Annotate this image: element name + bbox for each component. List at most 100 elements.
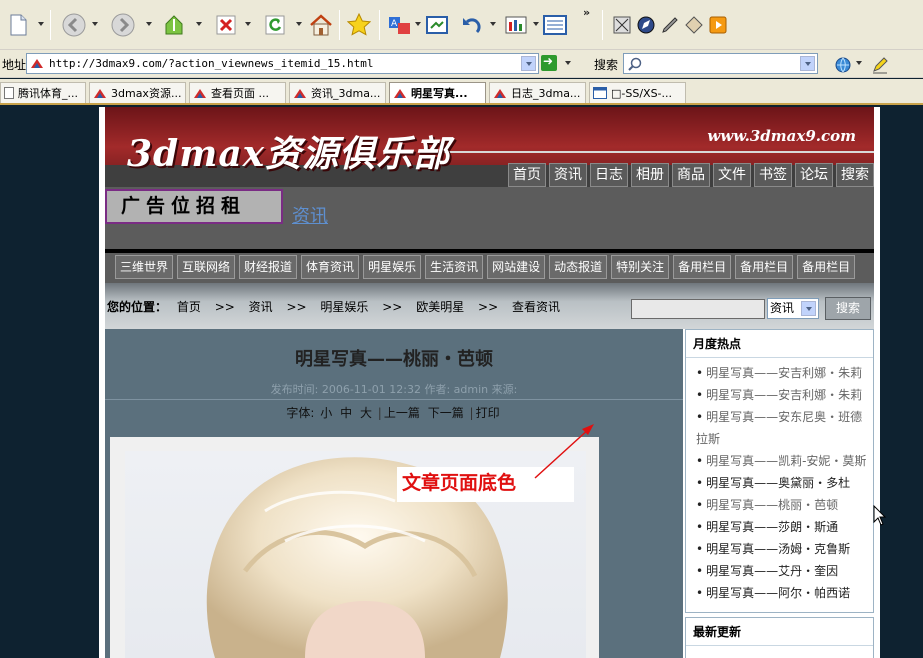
favorites-star-icon[interactable] <box>347 13 371 37</box>
breadcrumb-home[interactable]: 首页 <box>177 300 201 314</box>
tab[interactable]: 3dmax资源... <box>89 82 186 103</box>
hot-link[interactable]: 明星写真——艾丹・奎因 <box>706 564 838 578</box>
chevron-down-icon[interactable] <box>245 22 251 26</box>
category-item[interactable]: 备用栏目 <box>673 255 732 279</box>
breadcrumb-news[interactable]: 资讯 <box>249 300 273 314</box>
tab[interactable]: 资讯_3dma... <box>289 82 386 103</box>
category-item[interactable]: 备用栏目 <box>735 255 794 279</box>
hot-link[interactable]: 明星写真——桃丽・芭顿 <box>706 498 838 512</box>
chevron-down-icon[interactable] <box>196 22 202 26</box>
category-item[interactable]: 体育资讯 <box>301 255 360 279</box>
go-button[interactable] <box>541 54 557 71</box>
category-item[interactable]: 网站建设 <box>487 255 546 279</box>
category-item[interactable]: 备用栏目 <box>797 255 856 279</box>
category-item[interactable]: 动态报道 <box>549 255 608 279</box>
nav-item-goods[interactable]: 商品 <box>672 163 710 187</box>
chevron-down-icon[interactable] <box>565 61 571 65</box>
nav-item-forum[interactable]: 论坛 <box>795 163 833 187</box>
play-icon[interactable] <box>706 13 730 37</box>
ad-banner[interactable]: 广告位招租 <box>105 189 283 224</box>
hot-link[interactable]: 明星写真——凯莉-安妮・莫斯 <box>706 454 866 468</box>
hot-link[interactable]: 明星写真——莎朗・斯通 <box>706 520 838 534</box>
category-nav: 三维世界 互联网络 财经报道 体育资讯 明星娱乐 生活资讯 网站建设 动态报道 … <box>105 253 874 283</box>
chevron-down-icon[interactable] <box>38 22 44 26</box>
breadcrumb-current[interactable]: 查看资讯 <box>512 300 560 314</box>
hot-title: 月度热点 <box>686 330 873 358</box>
home-icon[interactable] <box>309 13 333 37</box>
next-article-link[interactable]: 下一篇 <box>428 406 464 420</box>
back-icon[interactable] <box>62 13 86 37</box>
category-item[interactable]: 生活资讯 <box>425 255 484 279</box>
prev-article-link[interactable]: 上一篇 <box>384 406 420 420</box>
tab[interactable]: 腾讯体育_... <box>0 82 86 103</box>
hot-link[interactable]: 明星写真——阿尔・帕西诺 <box>706 586 850 600</box>
chevron-down-icon[interactable] <box>415 22 421 26</box>
compass-icon[interactable] <box>634 13 658 37</box>
hot-link[interactable]: 明星写真——安吉利娜・朱莉 <box>706 366 862 380</box>
category-item[interactable]: 互联网络 <box>177 255 236 279</box>
hot-link[interactable]: 明星写真——奥黛丽・多杜 <box>706 476 850 490</box>
nav-item-files[interactable]: 文件 <box>713 163 751 187</box>
print-link[interactable]: 打印 <box>476 406 500 420</box>
search-dropdown-button[interactable] <box>800 56 815 71</box>
hot-link[interactable]: 明星写真——安东尼奥・班德拉斯 <box>696 410 862 446</box>
pen-icon[interactable] <box>658 13 682 37</box>
diamond-icon[interactable] <box>682 13 706 37</box>
window-switch-icon[interactable] <box>425 13 449 37</box>
category-item[interactable]: 特别关注 <box>611 255 670 279</box>
hot-link[interactable]: 明星写真——安吉利娜・朱莉 <box>706 388 862 402</box>
tab[interactable]: 日志_3dma... <box>489 82 586 103</box>
font-large-link[interactable]: 大 <box>360 406 372 420</box>
search-engine-icon[interactable] <box>831 53 855 77</box>
breadcrumb-entertainment[interactable]: 明星娱乐 <box>320 300 368 314</box>
list-item: • 明星写真——汤姆・克鲁斯 <box>696 542 851 556</box>
tools-icon[interactable] <box>505 13 529 37</box>
chevron-down-icon[interactable] <box>92 22 98 26</box>
nav-item-search[interactable]: 搜索 <box>836 163 874 187</box>
font-small-link[interactable]: 小 <box>320 406 332 420</box>
plugin-grid-icon[interactable] <box>610 13 634 37</box>
category-item[interactable]: 财经报道 <box>239 255 298 279</box>
nav-item-blog[interactable]: 日志 <box>590 163 628 187</box>
hot-link[interactable]: 明星写真——汤姆・克鲁斯 <box>706 542 850 556</box>
breadcrumb-western-stars[interactable]: 欧美明星 <box>416 300 464 314</box>
browser-search-input[interactable] <box>623 53 818 74</box>
tab-active[interactable]: 明星写真... <box>389 82 486 103</box>
url-input[interactable]: http://3dmax9.com/?action_viewnews_itemi… <box>26 53 539 74</box>
site-logo[interactable]: 3dmax资源俱乐部 <box>127 125 450 177</box>
chevron-down-icon[interactable] <box>533 22 539 26</box>
nav-item-home[interactable]: 首页 <box>508 163 546 187</box>
site-favicon-icon <box>194 89 206 98</box>
chevron-down-icon[interactable] <box>296 22 302 26</box>
search-type-select[interactable]: 资讯 <box>767 298 819 319</box>
chevron-down-icon[interactable] <box>146 22 152 26</box>
site-search-button[interactable]: 搜索 <box>825 297 871 320</box>
nav-item-news[interactable]: 资讯 <box>549 163 587 187</box>
channel-title[interactable]: 资讯 <box>292 202 328 228</box>
article-area: 明星写真——桃丽・芭顿 发布时间: 2006-11-01 12:32 作者: a… <box>105 329 683 658</box>
site-search-input[interactable] <box>631 299 765 319</box>
tab[interactable]: □-SS/XS-... <box>589 82 686 103</box>
new-page-icon[interactable] <box>6 13 30 37</box>
tab[interactable]: 查看页面 ... <box>189 82 286 103</box>
list-view-icon[interactable] <box>543 13 567 37</box>
font-medium-link[interactable]: 中 <box>340 406 352 420</box>
stop-icon[interactable] <box>214 13 238 37</box>
breadcrumb-separator: >> <box>478 300 499 314</box>
highlight-pen-icon[interactable] <box>868 53 892 77</box>
category-item[interactable]: 三维世界 <box>115 255 174 279</box>
chevron-down-icon[interactable] <box>856 61 862 65</box>
refresh-icon[interactable] <box>263 13 287 37</box>
up-folder-icon[interactable] <box>162 13 186 37</box>
translate-icon[interactable]: A <box>388 13 412 37</box>
url-dropdown-button[interactable] <box>521 56 536 71</box>
chevron-down-icon[interactable] <box>490 22 496 26</box>
forward-icon[interactable] <box>111 13 135 37</box>
category-item[interactable]: 明星娱乐 <box>363 255 422 279</box>
undo-icon[interactable] <box>460 13 484 37</box>
nav-item-bookmarks[interactable]: 书签 <box>754 163 792 187</box>
chevron-down-icon[interactable] <box>801 301 816 316</box>
toolbar-overflow-icon[interactable]: » <box>583 6 590 19</box>
site-banner: 3dmax资源俱乐部 www.3dmax9.com 首页 资讯 日志 相册 商品… <box>105 107 874 187</box>
nav-item-album[interactable]: 相册 <box>631 163 669 187</box>
